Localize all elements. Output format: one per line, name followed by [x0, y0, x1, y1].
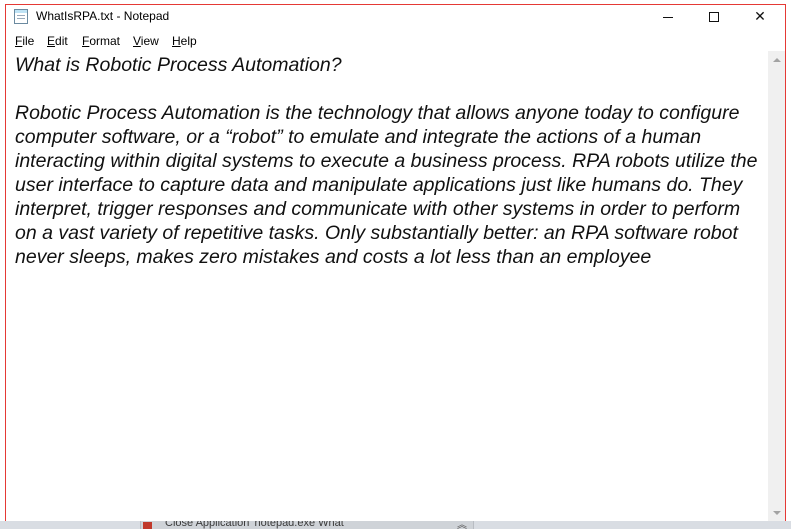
title-bar[interactable]: WhatIsRPA.txt - Notepad ✕	[6, 5, 785, 29]
scroll-up-button[interactable]	[768, 51, 785, 68]
scroll-down-button[interactable]	[768, 504, 785, 521]
menu-view[interactable]: View	[133, 34, 159, 48]
activity-icon	[143, 522, 152, 529]
window-title: WhatIsRPA.txt - Notepad	[36, 9, 170, 23]
menu-bar: File Edit Format View Help	[6, 33, 785, 51]
menu-help[interactable]: Help	[172, 34, 197, 48]
vertical-scrollbar[interactable]	[768, 51, 785, 521]
maximize-button[interactable]	[691, 5, 737, 29]
arrow-up-icon	[772, 57, 781, 62]
maximize-icon	[709, 12, 719, 22]
menu-file[interactable]: File	[15, 34, 34, 48]
close-icon: ✕	[754, 9, 766, 25]
close-button[interactable]: ✕	[737, 5, 783, 29]
menu-edit[interactable]: Edit	[47, 34, 68, 48]
minimize-icon	[663, 16, 673, 18]
notepad-window: WhatIsRPA.txt - Notepad ✕ File Edit Form…	[5, 4, 786, 521]
document-text[interactable]: What is Robotic Process Automation? Robo…	[15, 53, 763, 269]
arrow-down-icon	[772, 510, 781, 515]
notepad-icon	[14, 9, 28, 24]
text-editor-area[interactable]: What is Robotic Process Automation? Robo…	[6, 51, 768, 521]
minimize-button[interactable]	[645, 5, 691, 29]
menu-format[interactable]: Format	[82, 34, 120, 48]
